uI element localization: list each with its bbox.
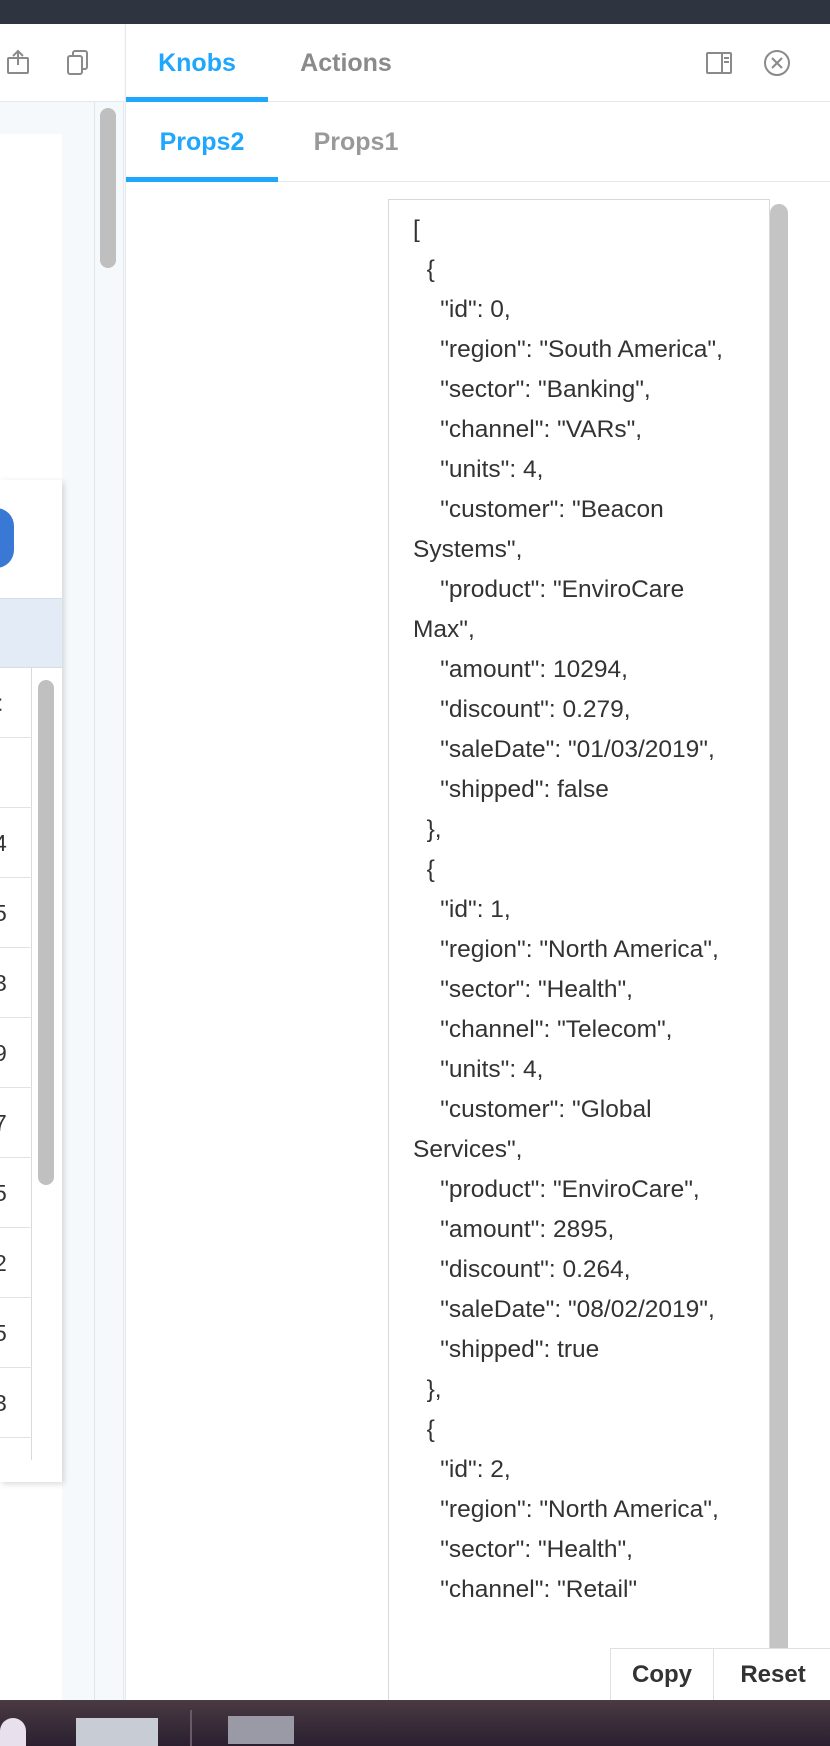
json-editor-text[interactable]: [ { "id": 0, "region": "South America", … — [413, 210, 743, 1610]
grid-header-band — [0, 598, 62, 668]
storybook-window: t 4 5 3 9 7 5 2 5 3 Knobs Actions — [0, 24, 830, 1724]
tab-knobs[interactable]: Knobs — [126, 24, 268, 102]
tab-props1[interactable]: Props1 — [281, 102, 431, 182]
tab-props2[interactable]: Props2 — [126, 102, 278, 182]
grid-cell: 5 — [0, 1158, 32, 1228]
addon-tabs: Knobs Actions — [126, 24, 830, 102]
dock-divider — [190, 1710, 192, 1746]
share-icon[interactable] — [4, 48, 32, 76]
knob-group-tabs: Props2 Props1 — [126, 102, 830, 182]
os-top-bar — [0, 0, 830, 24]
dock-app-icon[interactable] — [76, 1718, 158, 1746]
canvas-area: t 4 5 3 9 7 5 2 5 3 — [0, 24, 124, 1724]
grid-cell: 7 — [0, 1088, 32, 1158]
grid-cell: 3 — [0, 948, 32, 1018]
grid-cell — [0, 738, 32, 808]
grid-cell: 5 — [0, 878, 32, 948]
canvas-scrollbar[interactable] — [100, 108, 116, 268]
grid-column: t 4 5 3 9 7 5 2 5 3 — [0, 668, 32, 1460]
copy-icon[interactable] — [64, 48, 92, 76]
grid-scrollbar[interactable] — [38, 680, 54, 1185]
grid-cell: 9 — [0, 1018, 32, 1088]
addons-panel: Knobs Actions Props2 Props1 [{"id": 0,… — [125, 24, 830, 1701]
grid-cell: 5 — [0, 1298, 32, 1368]
canvas-scroll-track — [94, 102, 95, 1700]
grid-cell: 2 — [0, 1228, 32, 1298]
knob-actions: Copy Reset — [610, 1648, 830, 1701]
json-editor[interactable]: [ { "id": 0, "region": "South America", … — [388, 199, 770, 1700]
dock-app-icon[interactable] — [0, 1718, 26, 1746]
grid-cell: 4 — [0, 808, 32, 878]
panel-toggle-icon[interactable] — [704, 48, 734, 78]
os-dock — [0, 1700, 830, 1746]
dock-app-icon[interactable] — [228, 1716, 294, 1744]
canvas-toolbar — [0, 24, 124, 102]
close-icon[interactable] — [762, 48, 792, 78]
tab-actions[interactable]: Actions — [271, 24, 421, 102]
copy-button[interactable]: Copy — [611, 1649, 713, 1701]
grid-header-cell[interactable]: t — [0, 668, 32, 738]
editor-scrollbar[interactable] — [770, 204, 788, 1674]
reset-button[interactable]: Reset — [714, 1649, 830, 1701]
grid-cell: 3 — [0, 1368, 32, 1438]
